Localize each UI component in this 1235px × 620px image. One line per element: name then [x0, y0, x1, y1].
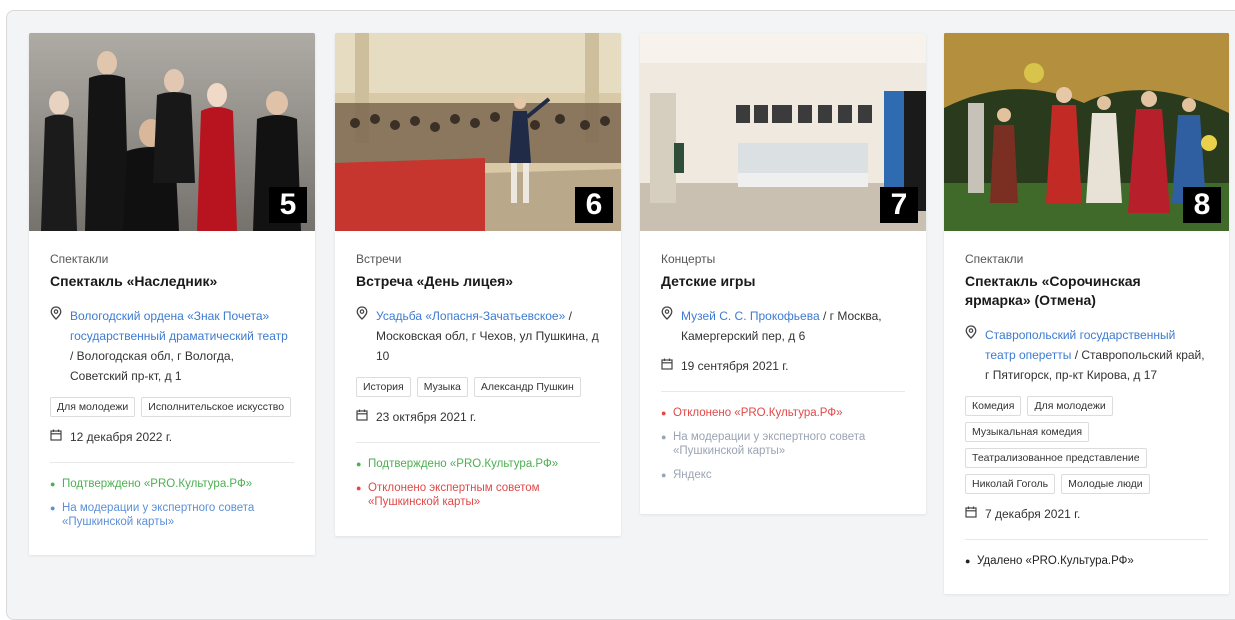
status-item: ● Удалено «PRO.Культура.РФ» — [965, 554, 1208, 568]
status-text: Подтверждено «PRO.Культура.РФ» — [368, 458, 559, 470]
event-number-badge: 8 — [1183, 187, 1221, 223]
tag-list: Для молодежи Исполнительское искусство — [50, 397, 294, 417]
dot-icon: ● — [50, 479, 56, 489]
event-card-7[interactable]: 7 Концерты Детские игры Музей С. С. Прок… — [640, 33, 926, 514]
tag[interactable]: Комедия — [965, 396, 1022, 416]
tag[interactable]: Для молодежи — [50, 397, 136, 417]
status-item: ● На модерации у экспертного совета «Пуш… — [661, 430, 905, 458]
dot-icon: ● — [965, 556, 971, 566]
status-text: Отклонено экспертным советом «Пушкинской… — [368, 482, 540, 508]
tag[interactable]: Музыка — [416, 377, 468, 397]
event-date-text: 23 октября 2021 г. — [376, 409, 477, 424]
status-text: На модерации у экспертного совета «Пушки… — [62, 502, 255, 528]
divider — [661, 391, 905, 392]
event-category: Концерты — [661, 252, 716, 266]
event-card-6[interactable]: 6 Встречи Встреча «День лицея» Усадьба «… — [335, 33, 621, 536]
event-card-8[interactable]: 8 Спектакли Спектакль «Сорочинская ярмар… — [944, 33, 1229, 594]
tag[interactable]: Для молодежи — [1027, 396, 1113, 416]
event-place: Ставропольский государственный театр опе… — [965, 325, 1208, 385]
dot-icon: ● — [356, 459, 362, 469]
event-title[interactable]: Спектакль «Сорочинская ярмарка» (Отмена) — [965, 272, 1208, 310]
event-place: Вологодский ордена «Знак Почета» государ… — [50, 306, 294, 386]
calendar-icon — [965, 506, 977, 521]
event-title[interactable]: Спектакль «Наследник» — [50, 272, 294, 291]
status-item: ● На модерации у экспертного совета «Пуш… — [50, 501, 294, 529]
event-image[interactable]: 5 — [29, 33, 315, 231]
calendar-icon — [50, 429, 62, 444]
event-date: 23 октября 2021 г. — [356, 409, 600, 424]
dot-icon: ● — [356, 483, 362, 493]
event-title[interactable]: Встреча «День лицея» — [356, 272, 600, 291]
event-date-text: 7 декабря 2021 г. — [985, 506, 1081, 521]
dot-icon: ● — [661, 470, 667, 480]
status-item: ● Яндекс — [661, 468, 905, 482]
tag[interactable]: Молодые люди — [1061, 474, 1150, 494]
place-address: / Вологодская обл, г Вологда, Советский … — [70, 349, 234, 383]
event-category: Спектакли — [50, 252, 109, 266]
event-date: 7 декабря 2021 г. — [965, 506, 1208, 521]
status-item: ● Подтверждено «PRO.Культура.РФ» — [50, 477, 294, 491]
event-place: Музей С. С. Прокофьева / г Москва, Камер… — [661, 306, 905, 346]
status-text: Удалено «PRO.Культура.РФ» — [977, 555, 1134, 567]
status-item: ● Подтверждено «PRO.Культура.РФ» — [356, 457, 600, 471]
status-item: ● Отклонено экспертным советом «Пушкинск… — [356, 481, 600, 509]
divider — [356, 442, 600, 443]
event-number-badge: 5 — [269, 187, 307, 223]
event-date-text: 19 сентября 2021 г. — [681, 358, 789, 373]
calendar-icon — [661, 358, 673, 373]
status-text: Яндекс — [673, 469, 712, 481]
tag-list: Комедия Для молодежи Музыкальная комедия… — [965, 396, 1208, 494]
status-text: На модерации у экспертного совета «Пушки… — [673, 431, 866, 457]
tag-list: История Музыка Александр Пушкин — [356, 377, 600, 397]
tag[interactable]: Александр Пушкин — [473, 377, 581, 397]
event-date: 19 сентября 2021 г. — [661, 358, 905, 373]
event-place: Усадьба «Лопасня-Зачатьевское» / Московс… — [356, 306, 600, 366]
event-image[interactable]: 6 — [335, 33, 621, 231]
tag[interactable]: Николай Гоголь — [965, 474, 1056, 494]
dot-icon: ● — [661, 408, 667, 418]
place-link[interactable]: Вологодский ордена «Знак Почета» государ… — [70, 309, 288, 343]
event-date-text: 12 декабря 2022 г. — [70, 429, 173, 444]
map-pin-icon — [356, 306, 376, 366]
event-title[interactable]: Детские игры — [661, 272, 905, 291]
tag[interactable]: Музыкальная комедия — [965, 422, 1090, 442]
map-pin-icon — [661, 306, 681, 346]
tag[interactable]: Исполнительское искусство — [141, 397, 292, 417]
place-link[interactable]: Музей С. С. Прокофьева — [681, 309, 820, 323]
place-link[interactable]: Усадьба «Лопасня-Зачатьевское» — [376, 309, 565, 323]
dot-icon: ● — [661, 432, 667, 442]
calendar-icon — [356, 409, 368, 424]
divider — [50, 462, 294, 463]
event-number-badge: 7 — [880, 187, 918, 223]
status-text: Отклонено «PRO.Культура.РФ» — [673, 407, 843, 419]
event-category: Встречи — [356, 252, 402, 266]
dot-icon: ● — [50, 503, 56, 513]
event-category: Спектакли — [965, 252, 1024, 266]
event-image[interactable]: 8 — [944, 33, 1229, 231]
divider — [965, 539, 1208, 540]
event-image[interactable]: 7 — [640, 33, 926, 231]
tag[interactable]: Театрализованное представление — [965, 448, 1147, 468]
status-item: ● Отклонено «PRO.Культура.РФ» — [661, 406, 905, 420]
event-card-5[interactable]: 5 Спектакли Спектакль «Наследник» Волого… — [29, 33, 315, 555]
map-pin-icon — [50, 306, 70, 386]
status-text: Подтверждено «PRO.Культура.РФ» — [62, 478, 253, 490]
event-date: 12 декабря 2022 г. — [50, 429, 294, 444]
tag[interactable]: История — [356, 377, 411, 397]
map-pin-icon — [965, 325, 985, 385]
event-number-badge: 6 — [575, 187, 613, 223]
